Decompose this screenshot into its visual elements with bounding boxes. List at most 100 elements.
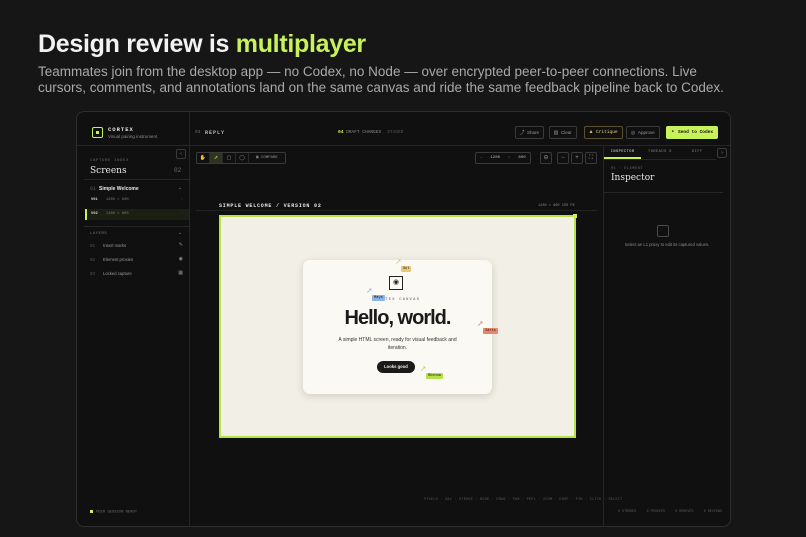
layer-number: 03 [90, 273, 96, 277]
chevron-down-icon[interactable]: ⌄ [178, 230, 182, 236]
tool-palette: ✋ ➚ ▢ ◯ ▦ COMPARE [196, 152, 286, 164]
viewport-height-field[interactable]: 800 [514, 153, 529, 163]
card-headline[interactable]: Hello, world. [303, 307, 492, 330]
empty-state-icon [657, 225, 669, 237]
tab-threads[interactable]: THREADS 0 [641, 146, 678, 159]
layer-number: 02 [90, 259, 96, 263]
layer-label: Insert marks [103, 243, 127, 248]
proxies-count: 0 PROXIES [646, 510, 665, 514]
send-to-codex-button[interactable]: ➤ Send to Codex [666, 126, 719, 139]
critique-button[interactable]: ▲ Critique [584, 126, 623, 139]
peer-cursor-icon: ➚ [395, 257, 402, 266]
version-row-v01[interactable]: V01 1280 × 800 › [85, 195, 189, 206]
expand-panel-button[interactable]: › [717, 148, 727, 158]
trash-icon: ▥ [553, 130, 559, 136]
share-icon: ⤴ [519, 130, 525, 136]
chevron-down-icon[interactable]: ⌄ [178, 185, 182, 191]
peer-cursor-icon: ➚ [420, 364, 427, 373]
grid-icon[interactable]: ▦ [178, 270, 183, 276]
hero-subtitle: Teammates join from the desktop app — no… [38, 64, 724, 95]
reply-label[interactable]: REPLY [205, 130, 225, 136]
comment-tool-icon[interactable]: ◯ [236, 153, 249, 163]
welcome-card[interactable]: ◉ CORTEX CANVAS Hello, world. A simple H… [303, 260, 492, 394]
canvas-stats-footer: PIXELS · 384 · STROKE · NODE · DRAG · PA… [424, 498, 623, 502]
inspector-title: Inspector [611, 173, 655, 183]
version-size: 1280 × 800 [105, 212, 129, 216]
looks-good-button[interactable]: Looks good [377, 361, 415, 373]
inspector-tabs: INSPECTOR THREADS 0 DIFF [604, 146, 716, 160]
canvas-area: ✋ ➚ ▢ ◯ ▦ COMPARE ↔ 1280 × 800 ⊖ − + ⛶ S… [190, 146, 622, 526]
removes-count: 0 REMOVES [675, 510, 694, 514]
pen-icon[interactable]: ✎ [179, 242, 183, 248]
frame-screen-name: SIMPLE WELCOME [219, 203, 273, 209]
draft-label: DRAFT CHANGES [346, 130, 382, 135]
chevron-right-icon: › [180, 212, 183, 216]
frame-divider [196, 210, 597, 211]
frame-version-name: VERSION 02 [283, 203, 322, 209]
zoom-out-button[interactable]: − [557, 152, 569, 164]
inspector-empty-text: Select an L1 proxy to edit its captured … [624, 242, 710, 247]
send-label: Send to Codex [678, 130, 714, 135]
layer-insert-marks[interactable]: 01 Insert marks ✎ [90, 242, 185, 249]
screens-sidebar: ‹ CAPTURE INDEX Screens 02 01 Simple Welc… [77, 146, 190, 526]
draft-count: 04 [338, 130, 344, 135]
draft-changes-status: 04 DRAFT CHANGES STAGED [338, 130, 403, 135]
chevron-right-icon: › [180, 198, 183, 202]
peer-session-label: PEER SESSION READY [96, 510, 138, 514]
layer-element-proxies[interactable]: 02 Element proxies ◉ [90, 256, 185, 263]
check-circle-icon: ◎ [630, 130, 636, 136]
hand-tool-icon[interactable]: ✋ [197, 153, 210, 163]
tab-inspector[interactable]: INSPECTOR [604, 146, 642, 159]
hero-title: Design review is multiplayer [38, 30, 366, 59]
inspector-panel: INSPECTOR THREADS 0 DIFF › 01 · ELEMENT … [603, 146, 730, 526]
app-window: CORTEX Visual pairing instrument 03 REPL… [76, 111, 731, 527]
layer-locked-capture[interactable]: 03 Locked capture ▦ [90, 270, 185, 277]
send-icon: ➤ [671, 129, 675, 135]
peer-cursor-label: Maya [372, 295, 385, 301]
sidebar-title: Screens [90, 166, 127, 176]
clear-button[interactable]: ▥ Clear [549, 126, 577, 139]
viewport-size-inputs: ↔ 1280 × 800 [475, 152, 531, 164]
eye-icon: ◉ [389, 276, 403, 290]
pointer-tool-icon[interactable]: ➚ [210, 153, 223, 163]
staged-label: STAGED [387, 130, 404, 135]
compare-label: COMPARE [261, 156, 278, 160]
approve-label: Approve [638, 130, 655, 135]
reply-number: 03 [195, 130, 201, 135]
zoom-in-button[interactable]: + [571, 152, 583, 164]
tab-diff[interactable]: DIFF [679, 146, 716, 159]
times-icon: × [508, 156, 511, 160]
layer-number: 01 [90, 245, 96, 249]
logo-icon [92, 127, 103, 138]
viewport-width-field[interactable]: 1280 [486, 153, 504, 163]
resize-handle[interactable] [573, 214, 577, 218]
share-button[interactable]: ⤴ Share [515, 126, 545, 139]
critique-label: Critique [596, 130, 618, 135]
frame-dimensions: 1280 × 800 CSS PX [538, 204, 575, 208]
target-icon[interactable]: ◉ [179, 256, 183, 262]
inspector-caption: 01 · ELEMENT [611, 167, 643, 171]
compare-button[interactable]: ▦ COMPARE [249, 153, 285, 163]
version-tag: V01 [91, 198, 98, 202]
strokes-count: 0 STROKES [618, 510, 637, 514]
version-row-v02[interactable]: V02 1280 × 800 › [85, 209, 189, 220]
hero-title-accent: multiplayer [235, 30, 366, 58]
peer-cursor-icon: ➚ [366, 286, 373, 295]
approve-button[interactable]: ◎ Approve [626, 126, 660, 139]
reviews-count: 0 REVIEWS [703, 510, 722, 514]
collapse-sidebar-button[interactable]: ‹ [176, 149, 186, 159]
version-tag: V02 [91, 212, 98, 216]
screen-group-simple-welcome[interactable]: 01 Simple Welcome [90, 186, 139, 192]
width-icon: ↔ [480, 156, 483, 160]
zoom-fit-button[interactable]: ⊖ [540, 152, 552, 164]
group-number: 01 [90, 186, 97, 192]
card-description[interactable]: A simple HTML screen, ready for visual f… [333, 336, 462, 352]
fullscreen-icon[interactable]: ⛶ [585, 152, 597, 164]
rectangle-tool-icon[interactable]: ▢ [223, 153, 236, 163]
screen-capture-frame[interactable]: ◉ CORTEX CANVAS Hello, world. A simple H… [219, 214, 577, 438]
peer-cursor-label: Sol [401, 266, 412, 272]
layers-title: LAYERS [90, 232, 108, 236]
share-label: Share [527, 130, 540, 135]
card-brand: CORTEX CANVAS [374, 298, 421, 302]
status-dot [90, 509, 93, 513]
